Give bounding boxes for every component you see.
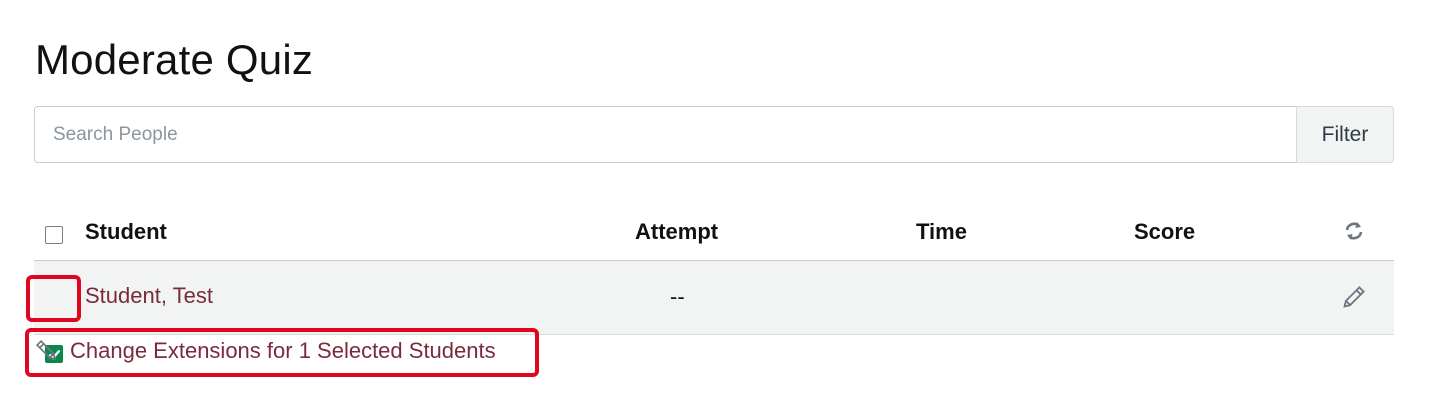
pencil-icon[interactable] [1339, 284, 1367, 312]
table-row: Student, Test -- [34, 261, 1394, 363]
header-score: Score [1134, 219, 1196, 244]
header-attempt: Attempt [635, 219, 719, 244]
highlight-box-checkbox [26, 275, 81, 322]
highlight-box-extensions [25, 328, 539, 377]
attempt-value: -- [670, 284, 685, 309]
page-title: Moderate Quiz [35, 36, 314, 83]
table-header: Student Attempt Time Score [34, 205, 1394, 261]
student-name-link[interactable]: Student, Test [85, 283, 213, 309]
header-time: Time [916, 219, 967, 244]
header-student: Student [85, 219, 167, 244]
search-input[interactable] [34, 106, 1296, 163]
moderate-quiz-page: Moderate Quiz Filter Student Attempt Tim… [0, 0, 1435, 407]
select-all-checkbox[interactable] [45, 226, 63, 244]
students-table: Student Attempt Time Score Student, Test… [34, 205, 1394, 363]
filter-button[interactable]: Filter [1296, 106, 1394, 163]
search-bar: Filter [34, 106, 1394, 163]
refresh-icon[interactable] [1342, 220, 1366, 242]
